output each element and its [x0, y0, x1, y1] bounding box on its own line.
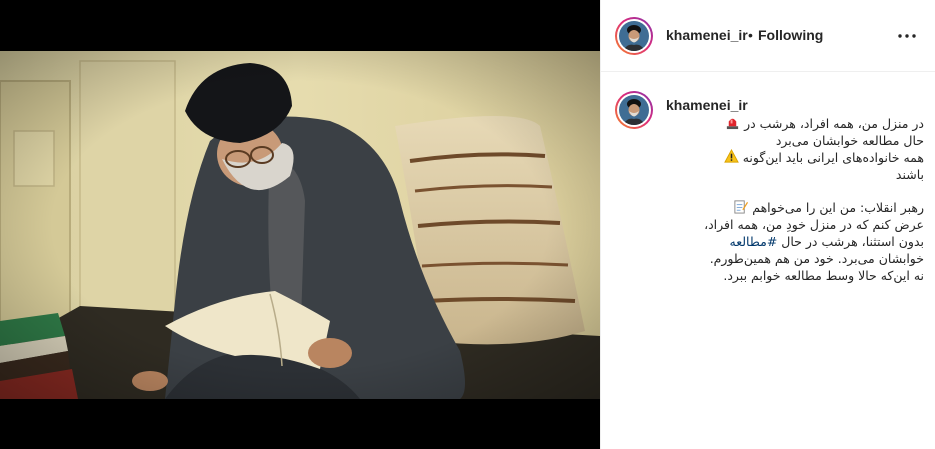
hashtag-link[interactable]: #مطالعه: [730, 234, 778, 249]
caption-line: همه خانواده‌های ایرانی باید این‌گونه: [666, 149, 924, 166]
profile-picture: [619, 95, 649, 125]
memo-emoji: [734, 200, 749, 214]
police-light-emoji: [726, 118, 739, 130]
info-panel: khamenei_ir • Following khamenei_ir در م…: [600, 0, 935, 449]
post-header: khamenei_ir • Following: [601, 0, 935, 72]
caption-line: رهبر انقلاب: من این را می‌خواهم: [666, 199, 924, 216]
caption-line: عرض کنم که در منزل خودِ من، همه افراد،: [704, 217, 924, 232]
profile-picture: [619, 21, 649, 51]
warning-emoji: [723, 149, 739, 163]
caption-line: نه این‌که حالا وسط مطالعه خوابم ببرد.: [723, 268, 924, 283]
caption-line: حال مطالعه خوابشان می‌برد: [775, 133, 924, 148]
more-horizontal-icon[interactable]: [895, 24, 919, 48]
post-photo[interactable]: [0, 51, 600, 399]
following-button[interactable]: Following: [758, 27, 823, 43]
caption-text: در منزل من، همه افراد، هرشب در حال مطالع…: [666, 115, 924, 284]
media-panel: [0, 0, 600, 449]
header-username[interactable]: khamenei_ir: [666, 27, 748, 43]
caption-avatar[interactable]: [615, 91, 653, 129]
separator-dot: •: [748, 27, 753, 43]
caption-line: بدون استثنا، هرشب در حال #مطالعه: [729, 234, 924, 249]
caption-username[interactable]: khamenei_ir: [666, 97, 748, 113]
caption-line: خوابشان می‌برد. خود من هم همین‌طورم.: [709, 251, 924, 266]
caption-line: در منزل من، همه افراد، هرشب در: [666, 115, 924, 132]
header-avatar[interactable]: [615, 17, 653, 55]
caption-line: باشند: [895, 167, 924, 182]
